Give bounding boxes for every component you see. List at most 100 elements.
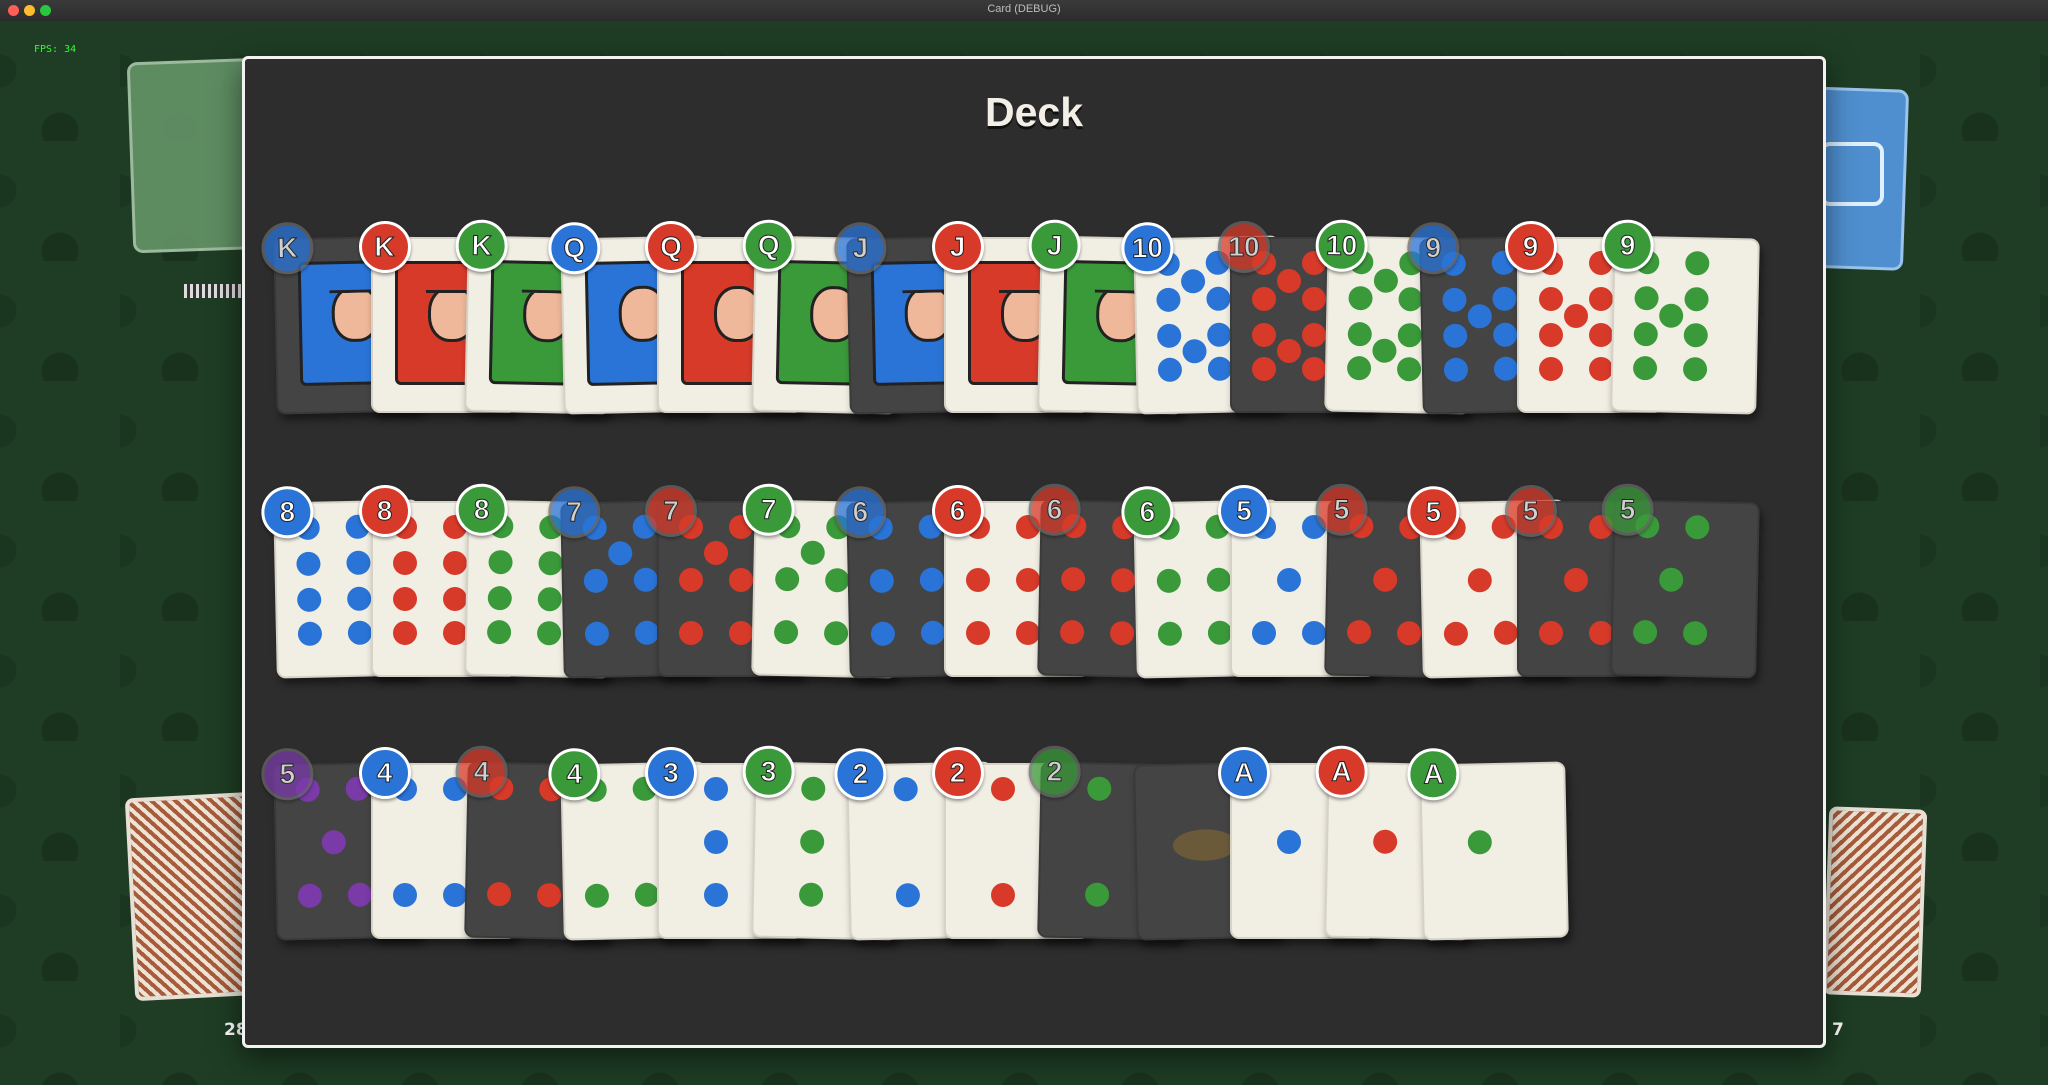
suit-pip-icon [392, 883, 417, 907]
rank-badge: 10 [1314, 219, 1368, 273]
fps-counter: FPS: 34 [34, 44, 77, 55]
suit-pip-icon [1632, 355, 1658, 381]
suit-pip-icon [1302, 621, 1326, 645]
robot-icon [1820, 142, 1884, 206]
suit-pip-icon [1493, 620, 1519, 646]
suit-pip-icon [1347, 285, 1373, 311]
suit-pip-icon [990, 883, 1015, 907]
rank-badge: 5 [1314, 483, 1368, 537]
discard-pile-count: 7 [1832, 1020, 1844, 1040]
suit-pip-icon [442, 587, 467, 611]
suit-pip-icon [1442, 323, 1468, 349]
suit-pip-icon [1252, 323, 1276, 347]
suit-pip-icon [1059, 619, 1085, 645]
rank-badge: 7 [741, 483, 795, 537]
suit-pip-icon [296, 551, 321, 577]
window-title: Card (DEBUG) [987, 3, 1061, 15]
suit-pip-icon [1467, 304, 1493, 329]
suit-pip-icon [1396, 356, 1421, 382]
crown-icon [902, 267, 949, 293]
suit-pip-icon [1492, 286, 1517, 312]
suit-pip-icon [583, 568, 608, 594]
discard-pile[interactable] [1822, 806, 1928, 998]
suit-pip-icon [1346, 355, 1371, 381]
suit-pip-icon [536, 620, 562, 646]
suit-pip-icon [347, 882, 373, 908]
suit-pip-icon [392, 587, 417, 611]
suit-pip-icon [1252, 357, 1276, 381]
suit-pip-icon [1277, 269, 1301, 293]
rank-badge: 7 [645, 485, 697, 537]
suit-pip-icon [824, 567, 849, 593]
suit-pip-icon [1685, 514, 1710, 540]
suit-pip-icon [920, 620, 946, 646]
suit-pip-icon [297, 621, 323, 647]
rank-badge: A [1406, 747, 1460, 801]
suit-pip-icon [1373, 268, 1398, 293]
rank-badge: 4 [358, 747, 411, 799]
suit-pip-icon [1277, 339, 1301, 363]
rank-badge: 6 [931, 485, 984, 537]
deck-card[interactable]: 9 [1601, 219, 1760, 415]
window-titlebar: Card (DEBUG) [0, 0, 2048, 22]
suit-pip-icon [1685, 250, 1710, 276]
suit-pip-icon [1346, 619, 1371, 645]
suit-pip-icon [1633, 321, 1659, 347]
rank-badge: K [358, 221, 411, 273]
suit-pip-icon [633, 567, 658, 593]
suit-pip-icon [1538, 323, 1563, 347]
suit-pip-icon [1682, 356, 1708, 382]
rank-badge: Q [645, 221, 697, 273]
suit-pip-icon [1371, 338, 1397, 363]
suit-pip-icon [1443, 621, 1469, 647]
rank-badge: A [1218, 747, 1270, 799]
crown-icon [329, 267, 376, 293]
suit-pip-icon [965, 568, 990, 592]
rank-badge: Q [741, 219, 795, 273]
rank-badge: 10 [1120, 221, 1174, 275]
suit-pip-icon [1467, 830, 1493, 855]
rank-badge: 5 [1218, 485, 1270, 537]
suit-pip-icon [1110, 567, 1136, 593]
suit-pip-icon [1157, 357, 1182, 383]
progress-strip [184, 284, 244, 298]
suit-pip-icon [704, 777, 728, 801]
suit-pip-icon [870, 621, 896, 647]
suit-pip-icon [442, 551, 467, 575]
suit-pip-icon [1396, 620, 1421, 646]
suit-pip-icon [704, 883, 728, 907]
suit-pip-icon [679, 568, 703, 592]
suit-pip-icon [1181, 339, 1207, 364]
rank-badge: 4 [547, 747, 601, 801]
suit-pip-icon [1252, 287, 1276, 311]
rank-badge: Q [547, 221, 601, 275]
suit-pip-icon [799, 829, 824, 854]
suit-pip-icon [1372, 567, 1397, 592]
suit-pip-icon [1563, 568, 1588, 592]
suit-pip-icon [347, 620, 373, 646]
suit-pip-icon [1397, 322, 1422, 348]
suit-pip-icon [346, 586, 372, 612]
deck-card[interactable]: 5 [1601, 483, 1760, 679]
deck-card[interactable]: A [1406, 747, 1569, 941]
rank-badge: 7 [547, 485, 601, 539]
suit-pip-icon [1493, 356, 1519, 382]
suit-pip-icon [634, 882, 659, 908]
suit-pip-icon [297, 883, 323, 909]
suit-pip-icon [1206, 567, 1231, 593]
suit-pip-icon [538, 550, 563, 576]
suit-pip-icon [919, 567, 945, 593]
suit-pip-icon [1207, 620, 1232, 646]
suit-pip-icon [1588, 621, 1613, 645]
suit-pip-icon [634, 620, 659, 646]
suit-pip-icon [1302, 357, 1326, 381]
suit-pip-icon [1563, 304, 1588, 328]
suit-pip-icon [1397, 286, 1423, 312]
suit-pip-icon [537, 586, 563, 612]
suit-pip-icon [1155, 287, 1181, 313]
suit-pip-icon [536, 882, 562, 908]
suit-pip-icon [895, 883, 921, 908]
suit-pip-icon [1252, 621, 1276, 645]
crown-icon [425, 268, 472, 293]
rank-badge: 2 [833, 747, 887, 801]
